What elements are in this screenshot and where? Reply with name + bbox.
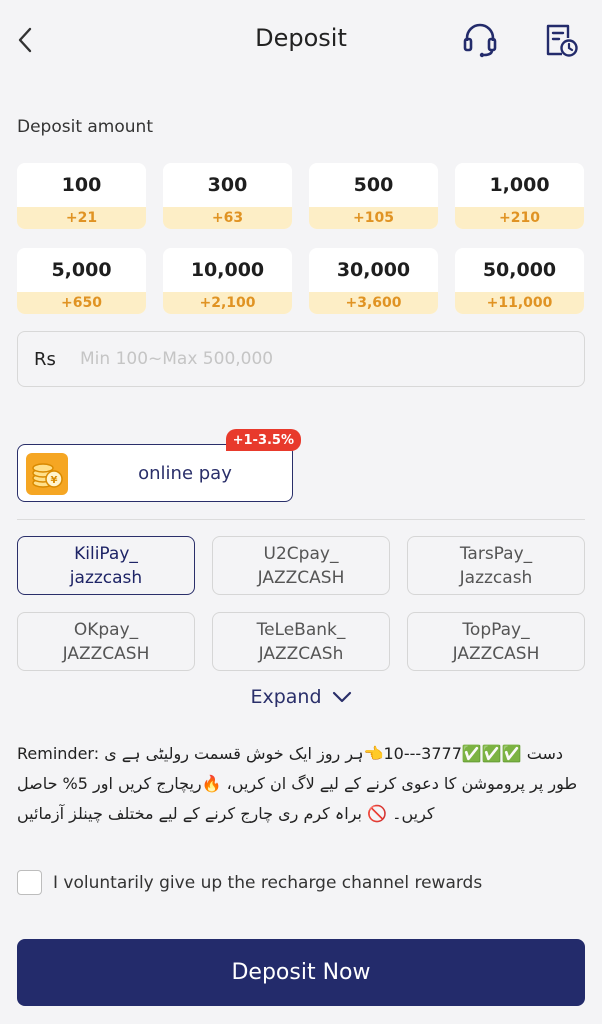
channel-option-telebank[interactable]: TeLeBank_ JAZZCASh (212, 612, 390, 671)
amount-bonus: +105 (309, 207, 438, 229)
amount-field[interactable]: Rs (17, 331, 585, 387)
top-bar: Deposit (0, 0, 602, 80)
deposit-history-button[interactable] (540, 20, 580, 60)
amount-value: 500 (353, 174, 394, 196)
channel-option-toppay[interactable]: TopPay_ JAZZCASH (407, 612, 585, 671)
deposit-amount-label: Deposit amount (17, 117, 153, 137)
divider (17, 519, 585, 520)
channel-option-okpay[interactable]: OKpay_ JAZZCASH (17, 612, 195, 671)
channel-options: KiliPay_ jazzcash U2Cpay_ JAZZCASH TarsP… (17, 536, 585, 671)
deposit-now-button[interactable]: Deposit Now (17, 939, 585, 1006)
amount-option[interactable]: 50,000 +11,000 (455, 248, 584, 314)
amount-option[interactable]: 100 +21 (17, 163, 146, 229)
amount-value: 50,000 (482, 259, 557, 281)
coin-stack-icon: ¥ (26, 453, 68, 495)
amount-bonus: +11,000 (455, 292, 584, 314)
opt-out-checkbox[interactable] (17, 870, 42, 895)
amount-bonus: +210 (455, 207, 584, 229)
reminder-text: Reminder: دست ✅✅✅3777---10👈ہر روز ایک خو… (17, 744, 578, 823)
amount-bonus: +2,100 (163, 292, 292, 314)
expand-label: Expand (250, 686, 322, 708)
amount-value: 30,000 (336, 259, 411, 281)
amount-value: 5,000 (51, 259, 112, 281)
amount-value: 10,000 (190, 259, 265, 281)
channel-option-kilipay[interactable]: KiliPay_ jazzcash (17, 536, 195, 595)
svg-text:¥: ¥ (51, 475, 58, 486)
currency-label: Rs (34, 348, 56, 370)
amount-input[interactable] (80, 349, 560, 369)
rewards-opt-out[interactable]: I voluntarily give up the recharge chann… (17, 870, 482, 895)
amount-option[interactable]: 300 +63 (163, 163, 292, 229)
expand-button[interactable]: Expand (0, 686, 602, 708)
amount-bonus: +63 (163, 207, 292, 229)
amount-bonus: +650 (17, 292, 146, 314)
customer-support-button[interactable] (460, 20, 500, 60)
amount-bonus: +21 (17, 207, 146, 229)
amount-option[interactable]: 5,000 +650 (17, 248, 146, 314)
amount-value: 300 (207, 174, 248, 196)
amount-value: 1,000 (489, 174, 550, 196)
channel-option-u2cpay[interactable]: U2Cpay_ JAZZCASH (212, 536, 390, 595)
bonus-rate-badge: +1-3.5% (225, 429, 301, 451)
amount-options: 100 +21 300 +63 500 +105 1,000 +210 5,000 +65… (17, 163, 585, 314)
amount-option[interactable]: 10,000 +2,100 (163, 248, 292, 314)
chevron-down-icon (332, 691, 351, 703)
history-document-icon (546, 24, 578, 57)
amount-option[interactable]: 1,000 +210 (455, 163, 584, 229)
payment-method-online-pay[interactable]: ¥ online pay +1-3.5% (17, 429, 301, 502)
amount-value: 100 (61, 174, 102, 196)
headset-icon (463, 23, 497, 58)
payment-method-label: online pay (138, 463, 232, 484)
amount-option[interactable]: 500 +105 (309, 163, 438, 229)
amount-bonus: +3,600 (309, 292, 438, 314)
opt-out-label: I voluntarily give up the recharge chann… (53, 872, 483, 893)
amount-option[interactable]: 30,000 +3,600 (309, 248, 438, 314)
page-title: Deposit (255, 24, 347, 52)
channel-option-tarspay[interactable]: TarsPay_ Jazzcash (407, 536, 585, 595)
